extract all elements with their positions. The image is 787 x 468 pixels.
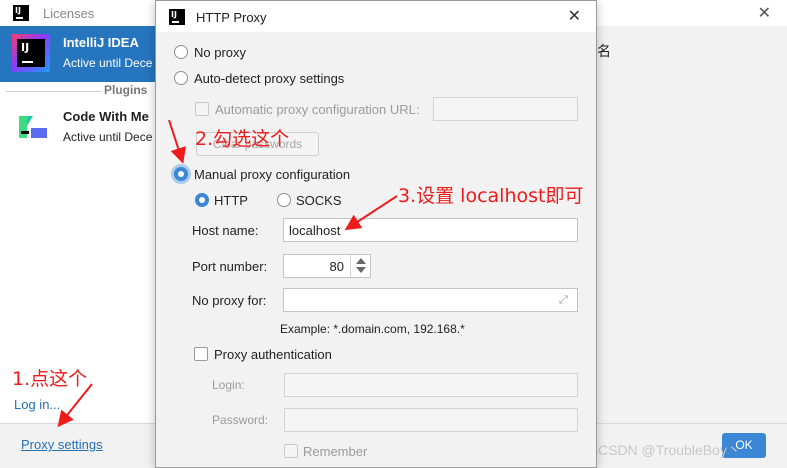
arrow-to-manual-proxy bbox=[168, 119, 186, 164]
annotation-arrows bbox=[57, 119, 398, 428]
arrow-to-proxy-settings bbox=[57, 383, 93, 428]
arrow-to-host-name bbox=[344, 195, 398, 231]
